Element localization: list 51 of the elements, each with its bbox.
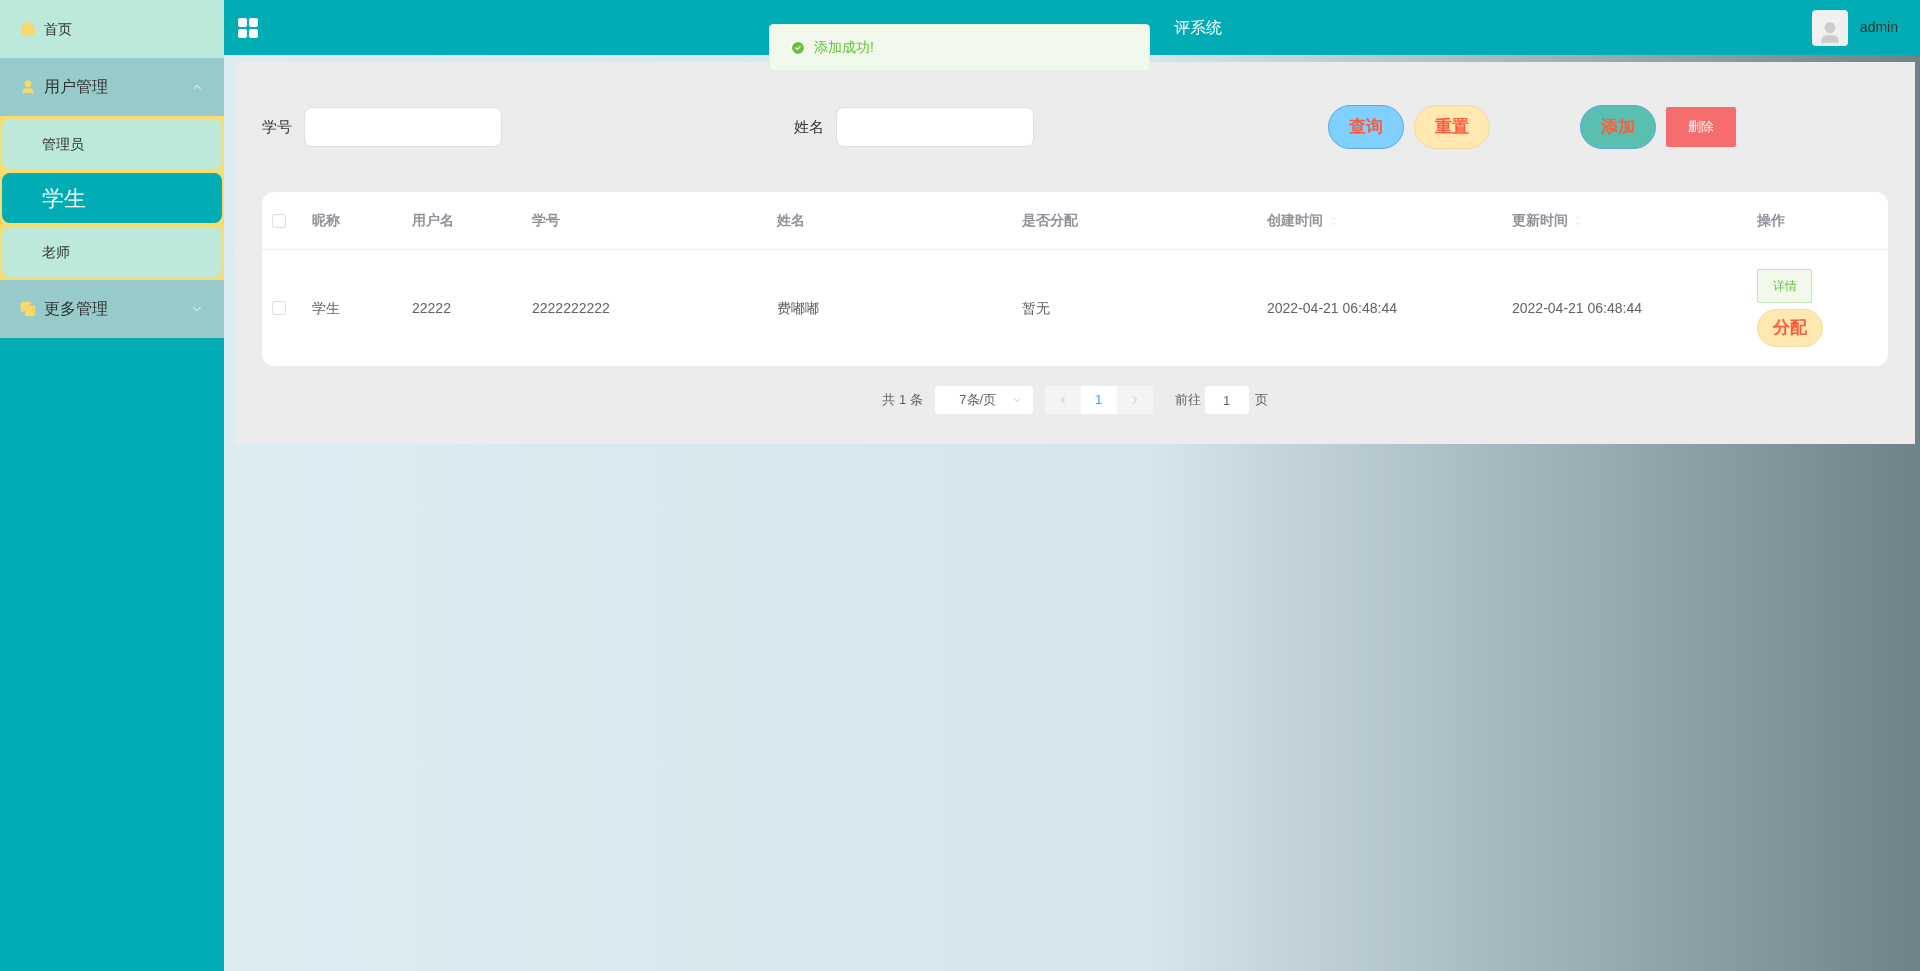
page-suffix: 页: [1254, 391, 1268, 410]
success-icon: [790, 39, 806, 56]
detail-button[interactable]: 详情: [1757, 269, 1812, 303]
table-cell-text: 2022-04-21 06:48:44: [1267, 298, 1398, 318]
column-header[interactable]: 创建时间: [1267, 210, 1323, 231]
sort-icon[interactable]: [1574, 214, 1582, 227]
column-header: 操作: [1757, 211, 1785, 230]
copy-icon: [20, 301, 36, 317]
next-page-button[interactable]: [1116, 386, 1153, 414]
goto-field[interactable]: 1: [1204, 386, 1249, 414]
avatar[interactable]: [1811, 9, 1848, 46]
column-header: 学号: [532, 211, 560, 230]
total-count: 共 1 条: [882, 391, 923, 410]
page-number[interactable]: 1: [1080, 386, 1117, 414]
assign-button[interactable]: 分配: [1757, 309, 1823, 347]
column-header: 姓名: [777, 211, 805, 230]
app-title: 评系统: [1174, 17, 1222, 38]
table-cell-text: 22222: [412, 298, 452, 318]
field-label: 学号: [262, 116, 292, 137]
menu-group[interactable]: 用户管理: [0, 58, 224, 116]
menu-group[interactable]: 更多管理: [0, 280, 224, 338]
submenu-item[interactable]: 管理员: [2, 119, 222, 169]
home-icon: [20, 21, 36, 37]
table-cell-text: 学生: [312, 298, 341, 318]
header-checkbox[interactable]: [272, 213, 286, 228]
sort-icon[interactable]: [1329, 214, 1337, 227]
goto-label: 前往: [1174, 391, 1201, 410]
column-header: 是否分配: [1022, 211, 1078, 230]
user-name: admin: [1859, 18, 1898, 37]
column-header: 用户名: [412, 211, 454, 230]
query-button[interactable]: 查询: [1328, 105, 1404, 149]
user-icon: [20, 79, 36, 95]
column-header[interactable]: 更新时间: [1512, 210, 1568, 231]
table-cell-text: 暂无: [1022, 298, 1051, 318]
prev-page-button[interactable]: [1044, 386, 1081, 414]
submenu-item[interactable]: 学生: [2, 173, 222, 223]
table-cell-text: 费嘟嘟: [777, 298, 820, 318]
toast-message: 添加成功!: [814, 38, 874, 57]
grid-icon[interactable]: [236, 15, 260, 40]
column-header: 昵称: [312, 211, 340, 230]
submenu-item[interactable]: 老师: [2, 227, 222, 277]
field-label: 姓名: [794, 116, 824, 137]
search-field[interactable]: [304, 107, 502, 147]
page-size-select[interactable]: 7条/页: [934, 386, 1033, 414]
table-cell-text: 2022-04-21 06:48:44: [1512, 298, 1643, 318]
delete-button[interactable]: 删除: [1666, 107, 1736, 147]
menu-item[interactable]: 首页: [0, 0, 224, 58]
row-checkbox[interactable]: [272, 301, 286, 315]
search-field[interactable]: [836, 107, 1034, 147]
table-cell-text: 2222222222: [532, 298, 611, 318]
reset-button[interactable]: 重置: [1414, 105, 1490, 149]
